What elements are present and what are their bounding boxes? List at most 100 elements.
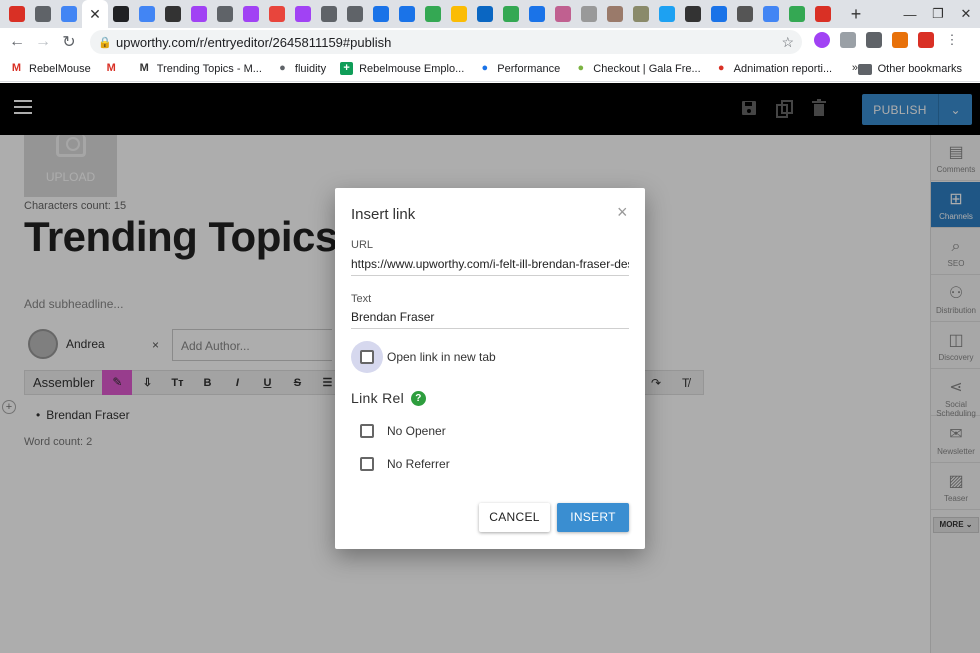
browser-tab[interactable] xyxy=(30,2,56,26)
back-arrow-icon[interactable]: ← xyxy=(4,33,30,51)
browser-tab[interactable] xyxy=(342,2,368,26)
bookmark-label: RebelMouse xyxy=(29,62,91,75)
bookmark-item[interactable]: ● Checkout | Gala Fre... xyxy=(574,62,700,75)
bookmark-label: Checkout | Gala Fre... xyxy=(593,62,701,75)
bookmark-label: Adnimation reporti... xyxy=(733,62,833,75)
browser-tab[interactable] xyxy=(758,2,784,26)
browser-tab[interactable] xyxy=(628,2,654,26)
browser-tab[interactable] xyxy=(550,2,576,26)
tab-favicon-icon xyxy=(633,6,649,22)
active-tab-close-icon[interactable]: ✕ xyxy=(82,0,108,28)
browser-tab[interactable] xyxy=(524,2,550,26)
medium-icon: M xyxy=(139,62,149,74)
no-referrer-row[interactable]: No Referrer xyxy=(351,448,450,480)
tab-favicon-icon xyxy=(373,6,389,22)
tab-favicon-icon xyxy=(269,6,285,22)
browser-tab[interactable] xyxy=(264,2,290,26)
address-bar[interactable]: 🔒 upworthy.com/r/entryeditor/2645811159#… xyxy=(90,30,802,54)
reload-icon[interactable]: ↻ xyxy=(56,32,82,52)
bookmark-item[interactable]: ● fluidity xyxy=(276,62,326,75)
bookmark-item[interactable]: M RebelMouse xyxy=(10,62,91,75)
bookmark-label: Performance xyxy=(497,62,561,75)
tab-favicon-icon xyxy=(529,6,545,22)
link-rel-label: Link Rel xyxy=(351,390,404,406)
text-input[interactable]: Brendan Fraser xyxy=(351,307,629,329)
bookmark-item[interactable]: M Trending Topics - M... xyxy=(138,62,262,75)
bookmark-list: M RebelMouse M M Trending Topics - M... ● flui… xyxy=(10,62,846,75)
browser-tab[interactable] xyxy=(4,2,30,26)
tab-favicon-icon xyxy=(217,6,233,22)
browser-tab[interactable] xyxy=(160,2,186,26)
browser-tab[interactable] xyxy=(784,2,810,26)
browser-menu-icon[interactable]: ⋮ xyxy=(944,32,960,48)
tab-favicon-icon xyxy=(9,6,25,22)
tab-favicon-icon xyxy=(477,6,493,22)
no-opener-checkbox[interactable] xyxy=(351,415,383,447)
browser-tab[interactable] xyxy=(446,2,472,26)
tab-favicon-icon xyxy=(113,6,129,22)
browser-tab[interactable] xyxy=(290,2,316,26)
browser-tab[interactable] xyxy=(810,2,836,26)
tab-favicon-icon xyxy=(607,6,623,22)
bookmark-item[interactable]: ● Performance xyxy=(478,62,560,75)
url-text[interactable]: upworthy.com/r/entryeditor/2645811159#pu… xyxy=(116,35,391,50)
close-tab-icon[interactable]: ✕ xyxy=(89,7,101,21)
browser-tab[interactable] xyxy=(602,2,628,26)
tab-favicon-icon xyxy=(451,6,467,22)
tab-favicon-icon xyxy=(165,6,181,22)
open-new-tab-checkbox[interactable] xyxy=(351,341,383,373)
tab-favicon-icon xyxy=(711,6,727,22)
tab-favicon-icon xyxy=(295,6,311,22)
url-input[interactable]: https://www.upworthy.com/i-felt-ill-bren… xyxy=(351,254,629,276)
browser-tab[interactable] xyxy=(186,2,212,26)
browser-tab[interactable] xyxy=(238,2,264,26)
bookmark-item[interactable]: M xyxy=(105,62,124,75)
minimize-button[interactable]: — xyxy=(896,7,924,22)
bookmark-label: fluidity xyxy=(294,62,327,75)
tab-favicon-icon xyxy=(685,6,701,22)
close-icon[interactable]: × xyxy=(617,202,628,223)
bookmark-star-icon[interactable]: ☆ xyxy=(781,34,794,51)
no-referrer-checkbox[interactable] xyxy=(351,448,383,480)
browser-tab[interactable] xyxy=(706,2,732,26)
forward-arrow-icon[interactable]: → xyxy=(30,33,56,51)
tab-favicon-icon xyxy=(191,6,207,22)
browser-tab[interactable] xyxy=(472,2,498,26)
close-window-button[interactable]: ✕ xyxy=(952,6,980,22)
tab-favicon-icon xyxy=(815,6,831,22)
browser-tab[interactable] xyxy=(108,2,134,26)
browser-tab[interactable] xyxy=(212,2,238,26)
new-tab-button[interactable]: + xyxy=(842,4,870,25)
extension-icon[interactable] xyxy=(814,32,830,48)
tab-favicon-icon xyxy=(763,6,779,22)
browser-tab[interactable] xyxy=(134,2,160,26)
bookmark-label: Trending Topics - M... xyxy=(156,62,262,75)
folder-icon xyxy=(857,63,872,75)
extension-icon[interactable] xyxy=(892,32,908,48)
browser-tab[interactable] xyxy=(316,2,342,26)
extension-icon[interactable] xyxy=(918,32,934,48)
browser-tab[interactable] xyxy=(498,2,524,26)
browser-tab[interactable] xyxy=(732,2,758,26)
help-icon[interactable]: ? xyxy=(410,390,426,406)
extension-icon[interactable] xyxy=(866,32,882,48)
browser-tab[interactable] xyxy=(394,2,420,26)
insert-button[interactable]: INSERT xyxy=(557,503,629,532)
tab-favicon-icon xyxy=(243,6,259,22)
other-bookmarks[interactable]: Other bookmarks xyxy=(857,56,962,82)
cancel-button[interactable]: CANCEL xyxy=(479,503,550,532)
tab-favicon-icon xyxy=(555,6,571,22)
no-opener-row[interactable]: No Opener xyxy=(351,415,446,447)
bookmark-item[interactable]: + Rebelmouse Emplo... xyxy=(340,62,464,75)
browser-tab[interactable] xyxy=(654,2,680,26)
browser-tab[interactable] xyxy=(420,2,446,26)
open-new-tab-row[interactable]: Open link in new tab xyxy=(351,341,496,373)
browser-tab[interactable] xyxy=(368,2,394,26)
tab-favicon-icon xyxy=(503,6,519,22)
browser-tab[interactable] xyxy=(680,2,706,26)
browser-tab[interactable] xyxy=(56,2,82,26)
browser-tab[interactable] xyxy=(576,2,602,26)
restore-button[interactable]: ❐ xyxy=(924,6,952,22)
extension-icon[interactable] xyxy=(840,32,856,48)
bookmark-item[interactable]: ● Adnimation reporti... xyxy=(715,62,832,75)
